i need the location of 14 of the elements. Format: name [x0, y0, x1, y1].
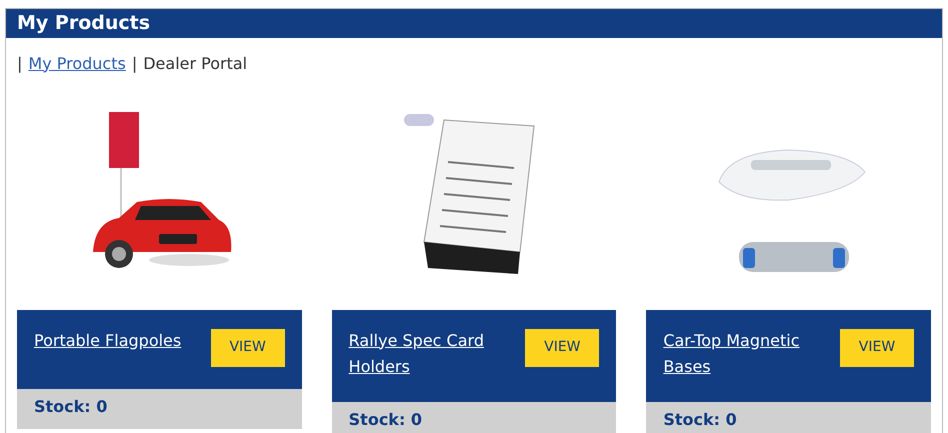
product-link[interactable]: Rallye Spec Card Holders	[348, 328, 519, 380]
breadcrumb-separator: |	[132, 52, 138, 75]
stock-label: Stock: 0	[332, 402, 616, 433]
view-button[interactable]: VIEW	[840, 328, 914, 366]
breadcrumb-link[interactable]: My Products	[28, 52, 126, 76]
breadcrumb-current: Dealer Portal	[143, 52, 248, 74]
page-title: My Products	[17, 11, 150, 36]
product-link[interactable]: Car-Top Magnetic Bases	[663, 328, 834, 380]
view-button[interactable]: VIEW	[525, 328, 600, 366]
product-link[interactable]: Portable Flagpoles	[34, 328, 204, 354]
breadcrumb-separator: |	[17, 52, 22, 75]
stock-label: Stock: 0	[17, 388, 302, 428]
stock-label: Stock: 0	[646, 402, 931, 433]
view-button[interactable]: VIEW	[210, 328, 285, 366]
